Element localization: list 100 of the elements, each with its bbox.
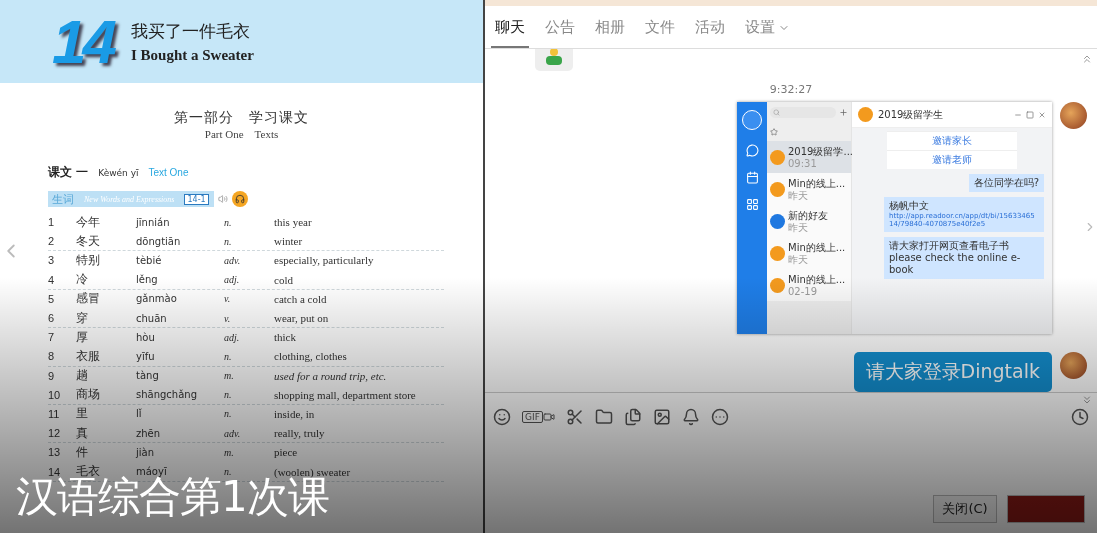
word-number: 7 (48, 331, 56, 344)
scroll-up-icon[interactable] (1081, 53, 1093, 65)
message-text: 杨帆中文 (889, 200, 929, 211)
tab[interactable]: 聊天 (491, 18, 529, 48)
figure-icon (543, 49, 565, 67)
word-number: 11 (48, 407, 61, 420)
word-pinyin: shāngchǎng (136, 389, 198, 401)
word-number: 13 (48, 446, 62, 459)
emoji-button[interactable] (493, 408, 511, 426)
word-number: 8 (48, 350, 56, 363)
word-hanzi: 厚 (76, 328, 89, 346)
word-meaning: used for a round trip, etc. (274, 369, 388, 382)
video-caption: 汉语综合第1次课 (16, 476, 329, 518)
word-hanzi: 特别 (76, 251, 101, 269)
conversation-time: 昨天 (788, 221, 809, 233)
word-pinyin: chuān (136, 312, 168, 324)
word-part-of-speech: v. (224, 293, 232, 305)
text-heading-pinyin: Kèwén yī (98, 168, 139, 178)
word-part-of-speech: adj. (224, 331, 241, 343)
message-text: 各位同学在吗? (973, 177, 1039, 188)
word-meaning: piece (274, 446, 299, 459)
avatar-icon (742, 110, 762, 130)
tab[interactable]: 相册 (591, 18, 629, 48)
word-part-of-speech: adj. (224, 274, 241, 286)
chat-title: 2019级留学生 (878, 107, 945, 122)
history-button[interactable] (1071, 408, 1089, 426)
window-controls-icon (1014, 110, 1046, 119)
group-avatar (858, 107, 873, 122)
calendar-icon (745, 171, 759, 184)
word-part-of-speech: adv. (224, 427, 242, 439)
word-meaning: this year (274, 216, 313, 229)
folder-icon (594, 408, 613, 426)
tab[interactable]: 公告 (541, 18, 579, 48)
conversation-name: Min的线上... (788, 273, 846, 286)
conversation-time: 09:31 (788, 157, 818, 169)
word-hanzi: 毛衣 (76, 463, 100, 479)
word-meaning: inside, in (274, 407, 316, 420)
close-button[interactable]: 关闭(C) (933, 495, 997, 523)
word-number: 6 (48, 312, 56, 325)
word-part-of-speech: adv. (224, 254, 242, 266)
word-hanzi: 件 (76, 443, 89, 461)
word-part-of-speech: n. (224, 350, 233, 362)
word-hanzi: 真 (76, 424, 89, 442)
tab[interactable]: 活动 (691, 18, 729, 48)
word-part-of-speech: n. (224, 216, 233, 228)
word-number: 3 (48, 254, 56, 267)
word-pinyin: lěng (136, 274, 159, 286)
lesson-subtitle: I Bought a Sweater (130, 46, 254, 64)
send-button[interactable] (1007, 495, 1085, 523)
bell-button[interactable] (681, 408, 700, 426)
word-part-of-speech: n. (224, 466, 233, 478)
lesson-title: 我买了一件毛衣 (130, 19, 251, 43)
word-number: 9 (48, 369, 56, 382)
word-number: 2 (48, 235, 56, 248)
word-meaning: shopping mall, department store (274, 388, 417, 401)
more-button[interactable] (710, 408, 729, 426)
text-heading-english: Text One (148, 167, 189, 178)
speaker-icon (218, 194, 228, 204)
emoji-icon (493, 408, 511, 426)
files-button[interactable] (623, 408, 642, 426)
track-label: 14-1 (184, 193, 209, 205)
word-pinyin: yīfu (136, 350, 156, 362)
word-pinyin: jīnnián (136, 216, 171, 228)
lesson-number: 14 (52, 6, 113, 77)
grid-icon (745, 198, 759, 211)
word-part-of-speech: v. (224, 312, 232, 324)
conversation-name: 新的好友 (788, 209, 828, 222)
word-part-of-speech: m. (224, 370, 235, 382)
gif-label: GIF (522, 411, 543, 423)
word-meaning: (woolen) sweater (274, 465, 352, 478)
part-subtitle: Part One Texts (204, 127, 279, 142)
tab[interactable]: 文件 (641, 18, 679, 48)
word-meaning: clothing, clothes (274, 350, 348, 363)
folder-button[interactable] (594, 408, 613, 426)
image-button[interactable] (652, 408, 671, 426)
word-number: 5 (48, 292, 56, 305)
word-meaning: cold (274, 273, 294, 286)
word-hanzi: 衣服 (76, 347, 101, 365)
tab[interactable]: 设置 (741, 18, 794, 48)
star-icon (770, 128, 778, 136)
gif-button[interactable]: GIF (522, 411, 555, 423)
word-part-of-speech: n. (224, 408, 233, 420)
scissors-icon (565, 408, 584, 426)
word-meaning: really, truly (274, 427, 326, 440)
conversation-time: 昨天 (788, 189, 809, 201)
part-title: 第一部分 学习课文 (174, 109, 309, 127)
scissors-button[interactable] (565, 408, 584, 426)
headphones-icon[interactable] (232, 191, 248, 207)
user-avatar (1060, 102, 1087, 129)
word-hanzi: 今年 (76, 213, 101, 231)
word-meaning: winter (274, 235, 304, 248)
word-hanzi: 感冒 (76, 290, 101, 308)
word-number: 1 (48, 216, 56, 229)
chat-bubble: 请大家登录Dingtalk (853, 352, 1052, 392)
message-text: 请大家打开网页查看电子书please check the online e-book (889, 239, 1021, 275)
camera-icon (542, 411, 555, 423)
scroll-down-icon[interactable] (1081, 394, 1093, 406)
word-pinyin: tàng (136, 370, 160, 382)
word-part-of-speech: n. (224, 389, 233, 401)
image-icon (652, 408, 671, 426)
